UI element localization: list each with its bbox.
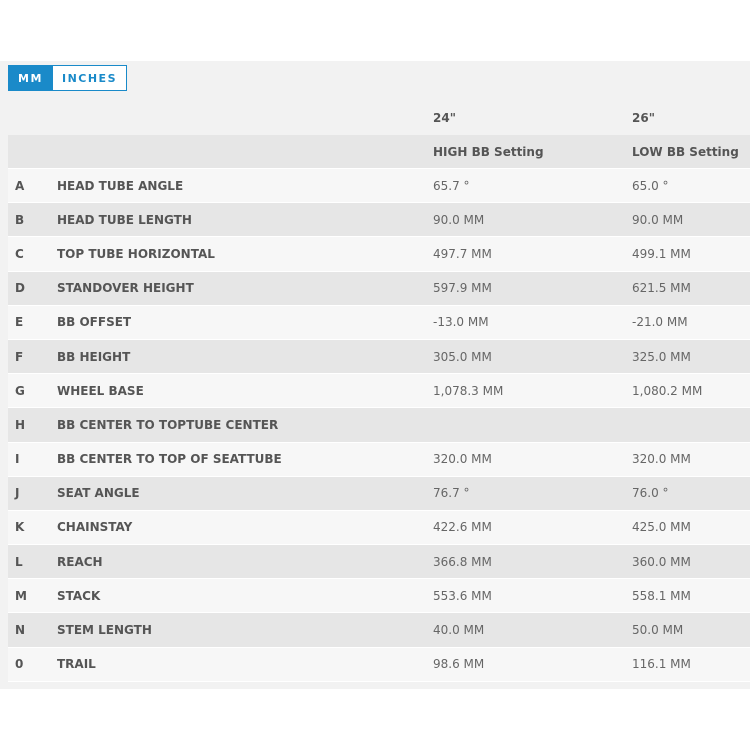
row-name: STEM LENGTH (57, 623, 152, 638)
row-value-24: 366.8 MM (433, 554, 492, 569)
table-row: G WHEEL BASE 1,078.3 MM 1,080.2 MM (8, 374, 750, 409)
row-name: REACH (57, 554, 103, 569)
row-letter: K (15, 520, 25, 535)
row-value-24: 497.7 MM (433, 246, 492, 261)
table-row: E BB OFFSET -13.0 MM -21.0 MM (8, 305, 750, 340)
row-name: BB HEIGHT (57, 349, 131, 364)
row-value-26: 499.1 MM (632, 246, 691, 261)
table-row: A HEAD TUBE ANGLE 65.7 ° 65.0 ° (8, 169, 750, 204)
row-name: WHEEL BASE (57, 383, 144, 398)
setting-header-row: HIGH BB Setting LOW BB Setting (8, 135, 750, 169)
row-value-26: 558.1 MM (632, 588, 691, 603)
size-26-header: 26" (632, 111, 655, 125)
row-value-24: 90.0 MM (433, 212, 485, 227)
row-value-24: 98.6 MM (433, 657, 485, 672)
table-row: J SEAT ANGLE 76.7 ° 76.0 ° (8, 476, 750, 511)
row-value-26: 621.5 MM (632, 281, 691, 296)
unit-toggle: MM INCHES (8, 65, 127, 91)
row-letter: F (15, 349, 24, 364)
row-name: CHAINSTAY (57, 520, 133, 535)
size-24-header: 24" (433, 111, 456, 125)
row-name: HEAD TUBE ANGLE (57, 178, 184, 193)
table-row: I BB CENTER TO TOP OF SEATTUBE 320.0 MM 320… (8, 442, 750, 477)
row-value-24: 1,078.3 MM (433, 383, 504, 398)
row-name: BB OFFSET (57, 315, 132, 330)
high-bb-setting-header: HIGH BB Setting (433, 144, 544, 159)
row-name: BB CENTER TO TOPTUBE CENTER (57, 417, 279, 432)
row-letter: D (15, 281, 25, 296)
row-value-24: 320.0 MM (433, 452, 492, 467)
table-row: L REACH 366.8 MM 360.0 MM (8, 545, 750, 580)
row-letter: A (15, 178, 25, 193)
table-row: 0 TRAIL 98.6 MM 116.1 MM (8, 647, 750, 682)
row-letter: C (15, 246, 24, 261)
row-value-24: 597.9 MM (433, 281, 492, 296)
row-letter: G (15, 383, 25, 398)
row-name: TOP TUBE HORIZONTAL (57, 246, 215, 261)
row-letter: I (15, 452, 20, 467)
table-row: M STACK 553.6 MM 558.1 MM (8, 579, 750, 614)
table-row: B HEAD TUBE LENGTH 90.0 MM 90.0 MM (8, 203, 750, 238)
row-value-26: 325.0 MM (632, 349, 691, 364)
row-value-26: 76.0 ° (632, 486, 669, 501)
inches-button[interactable]: INCHES (53, 65, 127, 91)
row-name: TRAIL (57, 657, 96, 672)
row-value-24: 553.6 MM (433, 588, 492, 603)
row-value-26: 360.0 MM (632, 554, 691, 569)
table-row: H BB CENTER TO TOPTUBE CENTER (8, 408, 750, 443)
row-letter: H (15, 417, 26, 432)
row-value-26: 50.0 MM (632, 623, 684, 638)
row-value-24: 40.0 MM (433, 623, 485, 638)
row-value-24: 76.7 ° (433, 486, 470, 501)
row-name: STANDOVER HEIGHT (57, 281, 194, 296)
row-value-26: 90.0 MM (632, 212, 684, 227)
mm-button[interactable]: MM (8, 65, 53, 91)
row-value-24: 65.7 ° (433, 178, 470, 193)
row-value-26: -21.0 MM (632, 315, 688, 330)
row-value-26: 425.0 MM (632, 520, 691, 535)
row-letter: E (15, 315, 24, 330)
row-name: BB CENTER TO TOP OF SEATTUBE (57, 452, 282, 467)
table-row: N STEM LENGTH 40.0 MM 50.0 MM (8, 613, 750, 648)
size-header-row: 24" 26" (8, 101, 750, 135)
table-row: K CHAINSTAY 422.6 MM 425.0 MM (8, 510, 750, 546)
geometry-table: 24" 26" HIGH BB Setting LOW BB Setting A… (8, 101, 750, 682)
row-name: STACK (57, 588, 101, 603)
row-value-26: 65.0 ° (632, 178, 669, 193)
row-letter: L (15, 554, 23, 569)
row-letter: 0 (15, 657, 24, 672)
row-value-24: 305.0 MM (433, 349, 492, 364)
row-value-24: -13.0 MM (433, 315, 489, 330)
row-value-26: 116.1 MM (632, 657, 691, 672)
row-name: HEAD TUBE LENGTH (57, 212, 192, 227)
table-row: C TOP TUBE HORIZONTAL 497.7 MM 499.1 MM (8, 237, 750, 272)
table-row: F BB HEIGHT 305.0 MM 325.0 MM (8, 339, 750, 375)
row-value-24: 422.6 MM (433, 520, 492, 535)
row-value-26: 320.0 MM (632, 452, 691, 467)
table-row: D STANDOVER HEIGHT 597.9 MM 621.5 MM (8, 271, 750, 306)
row-letter: N (15, 623, 26, 638)
low-bb-setting-header: LOW BB Setting (632, 144, 739, 159)
row-letter: M (15, 588, 27, 603)
row-letter: B (15, 212, 25, 227)
row-name: SEAT ANGLE (57, 486, 140, 501)
row-value-26: 1,080.2 MM (632, 383, 703, 398)
row-letter: J (15, 486, 20, 501)
